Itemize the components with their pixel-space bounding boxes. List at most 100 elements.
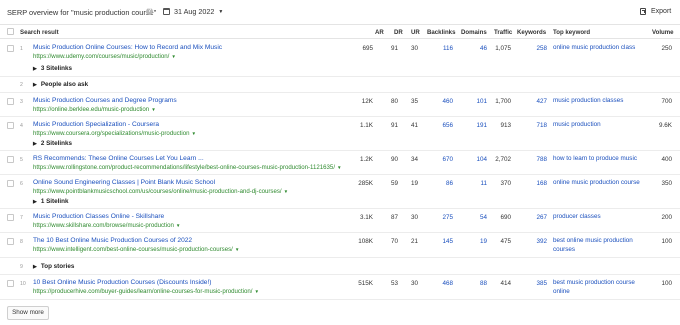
backlinks-value[interactable]: 145: [442, 238, 453, 245]
result-url[interactable]: https://www.coursera.org/specializations…: [33, 130, 196, 137]
row-checkbox[interactable]: [7, 280, 14, 287]
top-keyword[interactable]: producer classes: [553, 212, 645, 221]
row-checkbox[interactable]: [7, 45, 14, 52]
keywords-value[interactable]: 718: [536, 122, 547, 129]
keywords-value[interactable]: 392: [536, 238, 547, 245]
domains-value[interactable]: 101: [476, 98, 487, 105]
backlinks-value[interactable]: 670: [442, 156, 453, 163]
result-title[interactable]: Music Production Courses and Degree Prog…: [33, 97, 177, 104]
chevron-down-icon[interactable]: ▼: [176, 223, 181, 228]
col-volume[interactable]: Volume: [652, 29, 674, 36]
col-traffic[interactable]: Traffic: [494, 29, 512, 36]
chevron-down-icon[interactable]: ▼: [284, 189, 289, 194]
result-title[interactable]: Music Production Specialization - Course…: [33, 121, 159, 128]
sitelinks-toggle[interactable]: ▶ 1 Sitelink: [33, 198, 69, 205]
top-stories-toggle[interactable]: ▶ Top stories: [33, 263, 74, 270]
backlinks-value[interactable]: 275: [442, 214, 453, 221]
top-keyword[interactable]: how to learn to produce music: [553, 154, 645, 163]
table-row: 2 ▶ People also ask: [0, 77, 680, 93]
chevron-down-icon[interactable]: ▼: [171, 54, 176, 59]
backlinks-value[interactable]: 656: [442, 122, 453, 129]
col-keywords[interactable]: Keywords: [517, 29, 546, 36]
chevron-down-icon[interactable]: ▼: [254, 289, 259, 294]
chevron-down-icon[interactable]: ▼: [235, 247, 240, 252]
sitelinks-toggle[interactable]: ▶ 2 Sitelinks: [33, 140, 72, 147]
result-title[interactable]: Music Production Classes Online - Skills…: [33, 213, 164, 220]
col-domains[interactable]: Domains: [461, 29, 487, 36]
table-row: 8 The 10 Best Online Music Production Co…: [0, 233, 680, 258]
row-checkbox[interactable]: [7, 156, 14, 163]
traffic-value: 475: [500, 238, 511, 245]
top-keyword[interactable]: best online music production courses: [553, 236, 645, 254]
keywords-value[interactable]: 267: [536, 214, 547, 221]
ar-value: 515K: [358, 280, 373, 287]
keywords-value[interactable]: 168: [536, 180, 547, 187]
show-more-button[interactable]: Show more: [7, 306, 49, 320]
keywords-value[interactable]: 427: [536, 98, 547, 105]
col-ur[interactable]: UR: [411, 29, 420, 36]
result-title[interactable]: Online Sound Engineering Classes | Point…: [33, 179, 215, 186]
domains-value[interactable]: 54: [480, 214, 487, 221]
help-icon[interactable]: ?: [146, 8, 153, 15]
keywords-value[interactable]: 788: [536, 156, 547, 163]
caret-right-icon: ▶: [33, 141, 37, 147]
ur-value: 30: [410, 45, 418, 52]
domains-value[interactable]: 46: [480, 45, 487, 52]
chevron-down-icon[interactable]: ▼: [337, 165, 342, 170]
domains-value[interactable]: 88: [480, 280, 487, 287]
row-checkbox[interactable]: [7, 98, 14, 105]
row-checkbox[interactable]: [7, 214, 14, 221]
result-url[interactable]: https://producerhive.com/buyer-guides/le…: [33, 288, 259, 295]
backlinks-value[interactable]: 86: [446, 180, 453, 187]
col-backlinks[interactable]: Backlinks: [427, 29, 455, 36]
domains-value[interactable]: 104: [476, 156, 487, 163]
row-checkbox[interactable]: [7, 238, 14, 245]
col-top-keyword[interactable]: Top keyword: [553, 29, 590, 36]
col-ar[interactable]: AR: [375, 29, 384, 36]
col-search-result[interactable]: Search result: [20, 29, 59, 36]
top-keyword[interactable]: online music production class: [553, 43, 645, 52]
chevron-down-icon[interactable]: ▼: [191, 131, 196, 136]
chevron-down-icon[interactable]: ▼: [151, 107, 156, 112]
date-picker[interactable]: 31 Aug 2022 ▼: [163, 6, 223, 17]
backlinks-value[interactable]: 468: [442, 280, 453, 287]
select-all-checkbox[interactable]: [7, 28, 14, 35]
result-title[interactable]: RS Recommends: These Online Courses Let …: [33, 155, 204, 162]
sitelinks-toggle[interactable]: ▶ 3 Sitelinks: [33, 65, 72, 72]
row-checkbox[interactable]: [7, 180, 14, 187]
ur-value: 30: [410, 214, 418, 221]
ar-value: 3.1K: [360, 214, 373, 221]
domains-value[interactable]: 19: [480, 238, 487, 245]
top-keyword[interactable]: music production: [553, 120, 645, 129]
backlinks-value[interactable]: 116: [443, 45, 453, 52]
result-url[interactable]: https://www.pointblankmusicschool.com/us…: [33, 188, 288, 195]
backlinks-value[interactable]: 460: [442, 98, 453, 105]
table-row: 6 Online Sound Engineering Classes | Poi…: [0, 175, 680, 209]
keywords-value[interactable]: 258: [536, 45, 547, 52]
top-keyword[interactable]: music production classes: [553, 96, 645, 105]
row-checkbox[interactable]: [7, 122, 14, 129]
result-url[interactable]: https://www.intelligent.com/best-online-…: [33, 246, 239, 253]
caret-right-icon: ▶: [33, 66, 37, 72]
result-url[interactable]: https://online.berklee.edu/music-product…: [33, 106, 156, 113]
page-title: SERP overview for "music production cour…: [7, 8, 157, 17]
people-also-ask-toggle[interactable]: ▶ People also ask: [33, 81, 88, 88]
top-keyword[interactable]: best music production course online: [553, 278, 645, 296]
table-row: 7 Music Production Classes Online - Skil…: [0, 209, 680, 233]
dr-value: 59: [390, 180, 398, 187]
result-title[interactable]: Music Production Online Courses: How to …: [33, 44, 222, 51]
keywords-value[interactable]: 385: [536, 280, 547, 287]
top-keyword[interactable]: online music production course: [553, 178, 645, 187]
result-url[interactable]: https://www.udemy.com/courses/music/prod…: [33, 53, 176, 60]
ur-value: 35: [410, 98, 418, 105]
domains-value[interactable]: 191: [476, 122, 487, 129]
table-row: 4 Music Production Specialization - Cour…: [0, 117, 680, 151]
result-url[interactable]: https://www.skillshare.com/browse/music-…: [33, 222, 180, 229]
result-title[interactable]: 10 Best Online Music Production Courses …: [33, 279, 211, 286]
result-url[interactable]: https://www.rollingstone.com/product-rec…: [33, 164, 342, 171]
domains-value[interactable]: 11: [480, 180, 487, 187]
col-dr[interactable]: DR: [394, 29, 403, 36]
volume-value: 9.6K: [659, 122, 672, 129]
export-button[interactable]: Export: [640, 6, 671, 17]
result-title[interactable]: The 10 Best Online Music Production Cour…: [33, 237, 192, 244]
